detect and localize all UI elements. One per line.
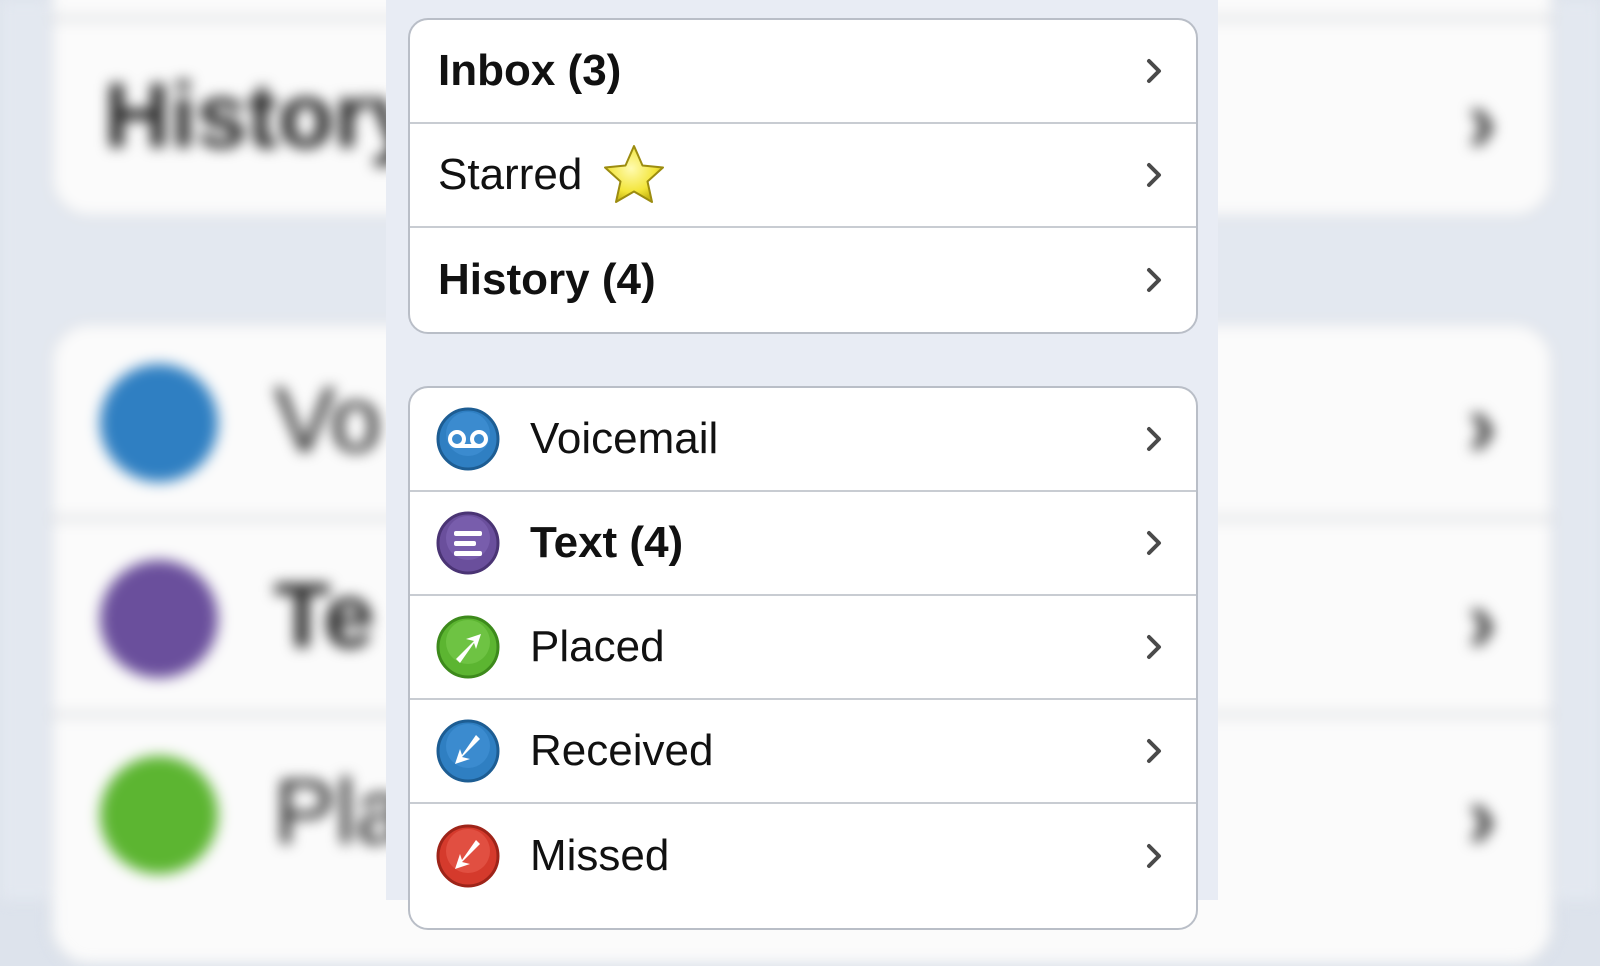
background-chevron-icon: › (1467, 571, 1497, 671)
chevron-right-icon (1147, 59, 1161, 83)
text-row[interactable]: Text (4) (410, 492, 1196, 596)
chevron-right-icon (1147, 844, 1161, 868)
background-placed-icon (100, 756, 218, 874)
chevron-right-icon (1147, 163, 1161, 187)
chevron-right-icon (1147, 635, 1161, 659)
background-chevron-icon: › (1467, 375, 1497, 475)
missed-row[interactable]: Missed (410, 804, 1196, 908)
chevron-right-icon (1147, 427, 1161, 451)
mailbox-group: Inbox (3) Starred History (4) (408, 18, 1198, 334)
background-text-icon (100, 560, 218, 678)
background-chevron-icon: › (1467, 767, 1497, 867)
received-label: Received (530, 726, 714, 775)
chevron-right-icon (1147, 268, 1161, 292)
phone-screen: Inbox (3) Starred History (4) Voicemail … (386, 0, 1218, 930)
placed-row[interactable]: Placed (410, 596, 1196, 700)
inbox-label: Inbox (3) (438, 46, 622, 95)
voicemail-row[interactable]: Voicemail (410, 388, 1196, 492)
starred-label: Starred (438, 150, 583, 199)
calls-group: Voicemail Text (4) Placed Received Misse… (408, 386, 1198, 930)
history-label: History (4) (438, 255, 656, 304)
chevron-right-icon (1147, 739, 1161, 763)
text-message-icon (436, 511, 500, 575)
received-call-icon (436, 719, 500, 783)
text-label: Text (4) (530, 518, 684, 567)
voicemail-icon (436, 407, 500, 471)
missed-label: Missed (530, 831, 670, 880)
background-history-label: History (104, 65, 421, 167)
missed-call-icon (436, 824, 500, 888)
background-voicemail-label: Vo (274, 369, 382, 471)
star-icon (604, 145, 665, 203)
inbox-row[interactable]: Inbox (3) (410, 20, 1196, 124)
history-row[interactable]: History (4) (410, 228, 1196, 332)
chevron-right-icon (1147, 531, 1161, 555)
background-text-label: Te (274, 565, 375, 667)
starred-row[interactable]: Starred (410, 124, 1196, 228)
placed-label: Placed (530, 622, 665, 671)
placed-call-icon (436, 615, 500, 679)
received-row[interactable]: Received (410, 700, 1196, 804)
background-voicemail-icon (100, 364, 218, 482)
background-chevron-icon: › (1467, 71, 1497, 171)
voicemail-label: Voicemail (530, 414, 719, 463)
